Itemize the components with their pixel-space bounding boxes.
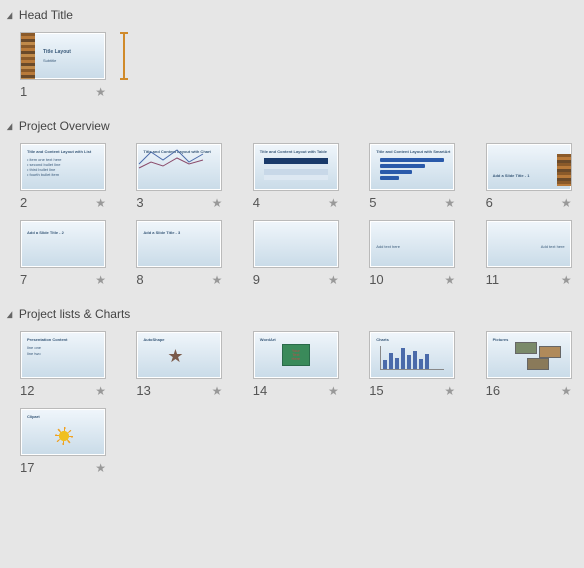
slide-number: 15 [369, 383, 383, 398]
section-title: Head Title [19, 8, 73, 22]
slide-thumbnail[interactable]: Add text here [486, 220, 572, 268]
slide-thumbnail[interactable]: Add a Slide Title - 2 [20, 220, 106, 268]
slide-number: 13 [136, 383, 150, 398]
slide-thumbnail[interactable]: Pictures [486, 331, 572, 379]
slide-thumbnail[interactable]: AutoShape ★ [136, 331, 222, 379]
animation-star-icon[interactable]: ★ [444, 196, 455, 210]
slide-thumbnail[interactable]: Title Layout Subtitle [20, 32, 106, 80]
slide-cell: Title and Content Layout with Table 4 ★ [253, 143, 339, 210]
slide-grid: Title Layout Subtitle 1 ★ [0, 26, 584, 115]
slide-number: 5 [369, 195, 376, 210]
collapse-icon: ◢ [7, 10, 13, 21]
animation-star-icon[interactable]: ★ [95, 461, 106, 475]
slide-thumbnail[interactable]: Title and Content Layout with List • ite… [20, 143, 106, 191]
animation-star-icon[interactable]: ★ [95, 196, 106, 210]
animation-star-icon[interactable]: ★ [561, 384, 572, 398]
slide-number: 10 [369, 272, 383, 287]
slide-grid: Title and Content Layout with List • ite… [0, 137, 584, 303]
slide-number: 9 [253, 272, 260, 287]
slide-number: 2 [20, 195, 27, 210]
slide-cell: Clipart 17 ★ [20, 408, 106, 475]
slide-cell: Add a Slide Title - 1 6 ★ [486, 143, 572, 210]
slide-number: 3 [136, 195, 143, 210]
slide-thumbnail[interactable]: Presentation Content line one line two [20, 331, 106, 379]
section-title: Project lists & Charts [19, 307, 130, 321]
section-header[interactable]: ◢ Project lists & Charts [0, 303, 584, 325]
animation-star-icon[interactable]: ★ [444, 384, 455, 398]
slide-cell: Title and Content Layout with SmartArt 5… [369, 143, 455, 210]
slide-cell: WordArt YourTextHere 14 ★ [253, 331, 339, 398]
slide-cell: Charts 15 ★ [369, 331, 455, 398]
slide-number: 17 [20, 460, 34, 475]
slide-thumbnail[interactable] [253, 220, 339, 268]
slide-cell: Add a Slide Title - 3 8 ★ [136, 220, 222, 287]
collapse-icon: ◢ [7, 309, 13, 320]
slide-thumbnail[interactable]: Add a Slide Title - 1 [486, 143, 572, 191]
slide-number: 14 [253, 383, 267, 398]
animation-star-icon[interactable]: ★ [212, 273, 223, 287]
collapse-icon: ◢ [7, 121, 13, 132]
section-header[interactable]: ◢ Head Title [0, 4, 584, 26]
slide-cell: Title and Content Layout with Chart 3 ★ [136, 143, 222, 210]
animation-star-icon[interactable]: ★ [212, 196, 223, 210]
animation-star-icon[interactable]: ★ [444, 273, 455, 287]
section-header[interactable]: ◢ Project Overview [0, 115, 584, 137]
slide-number: 6 [486, 195, 493, 210]
animation-star-icon[interactable]: ★ [95, 384, 106, 398]
slide-grid: Presentation Content line one line two 12… [0, 325, 584, 491]
animation-star-icon[interactable]: ★ [95, 85, 106, 99]
slide-thumbnail[interactable]: Title and Content Layout with Table [253, 143, 339, 191]
animation-star-icon[interactable]: ★ [561, 196, 572, 210]
slide-number: 16 [486, 383, 500, 398]
slide-cell: Presentation Content line one line two 12… [20, 331, 106, 398]
slide-number: 7 [20, 272, 27, 287]
animation-star-icon[interactable]: ★ [328, 384, 339, 398]
slide-thumbnail[interactable]: Title and Content Layout with SmartArt [369, 143, 455, 191]
slide-cell: Add a Slide Title - 2 7 ★ [20, 220, 106, 287]
slide-cell: AutoShape ★ 13 ★ [136, 331, 222, 398]
transition-indicator[interactable] [120, 32, 128, 80]
slide-thumbnail[interactable]: Clipart [20, 408, 106, 456]
slide-thumbnail[interactable]: Add text here [369, 220, 455, 268]
slide-cell: Add text here 11 ★ [486, 220, 572, 287]
animation-star-icon[interactable]: ★ [328, 273, 339, 287]
slide-thumbnail[interactable]: Charts [369, 331, 455, 379]
section-title: Project Overview [19, 119, 110, 133]
animation-star-icon[interactable]: ★ [212, 384, 223, 398]
slide-number: 11 [486, 272, 500, 287]
animation-star-icon[interactable]: ★ [95, 273, 106, 287]
slide-number: 8 [136, 272, 143, 287]
slide-cell: 9 ★ [253, 220, 339, 287]
slide-cell: Title Layout Subtitle 1 ★ [20, 32, 128, 99]
slide-number: 4 [253, 195, 260, 210]
slide-cell: Add text here 10 ★ [369, 220, 455, 287]
slide-cell: Title and Content Layout with List • ite… [20, 143, 106, 210]
slide-number: 12 [20, 383, 34, 398]
slide-thumbnail[interactable]: WordArt YourTextHere [253, 331, 339, 379]
slide-thumbnail[interactable]: Add a Slide Title - 3 [136, 220, 222, 268]
slide-cell: Pictures 16 ★ [486, 331, 572, 398]
slide-number: 1 [20, 84, 27, 99]
animation-star-icon[interactable]: ★ [561, 273, 572, 287]
animation-star-icon[interactable]: ★ [328, 196, 339, 210]
slide-thumbnail[interactable]: Title and Content Layout with Chart [136, 143, 222, 191]
